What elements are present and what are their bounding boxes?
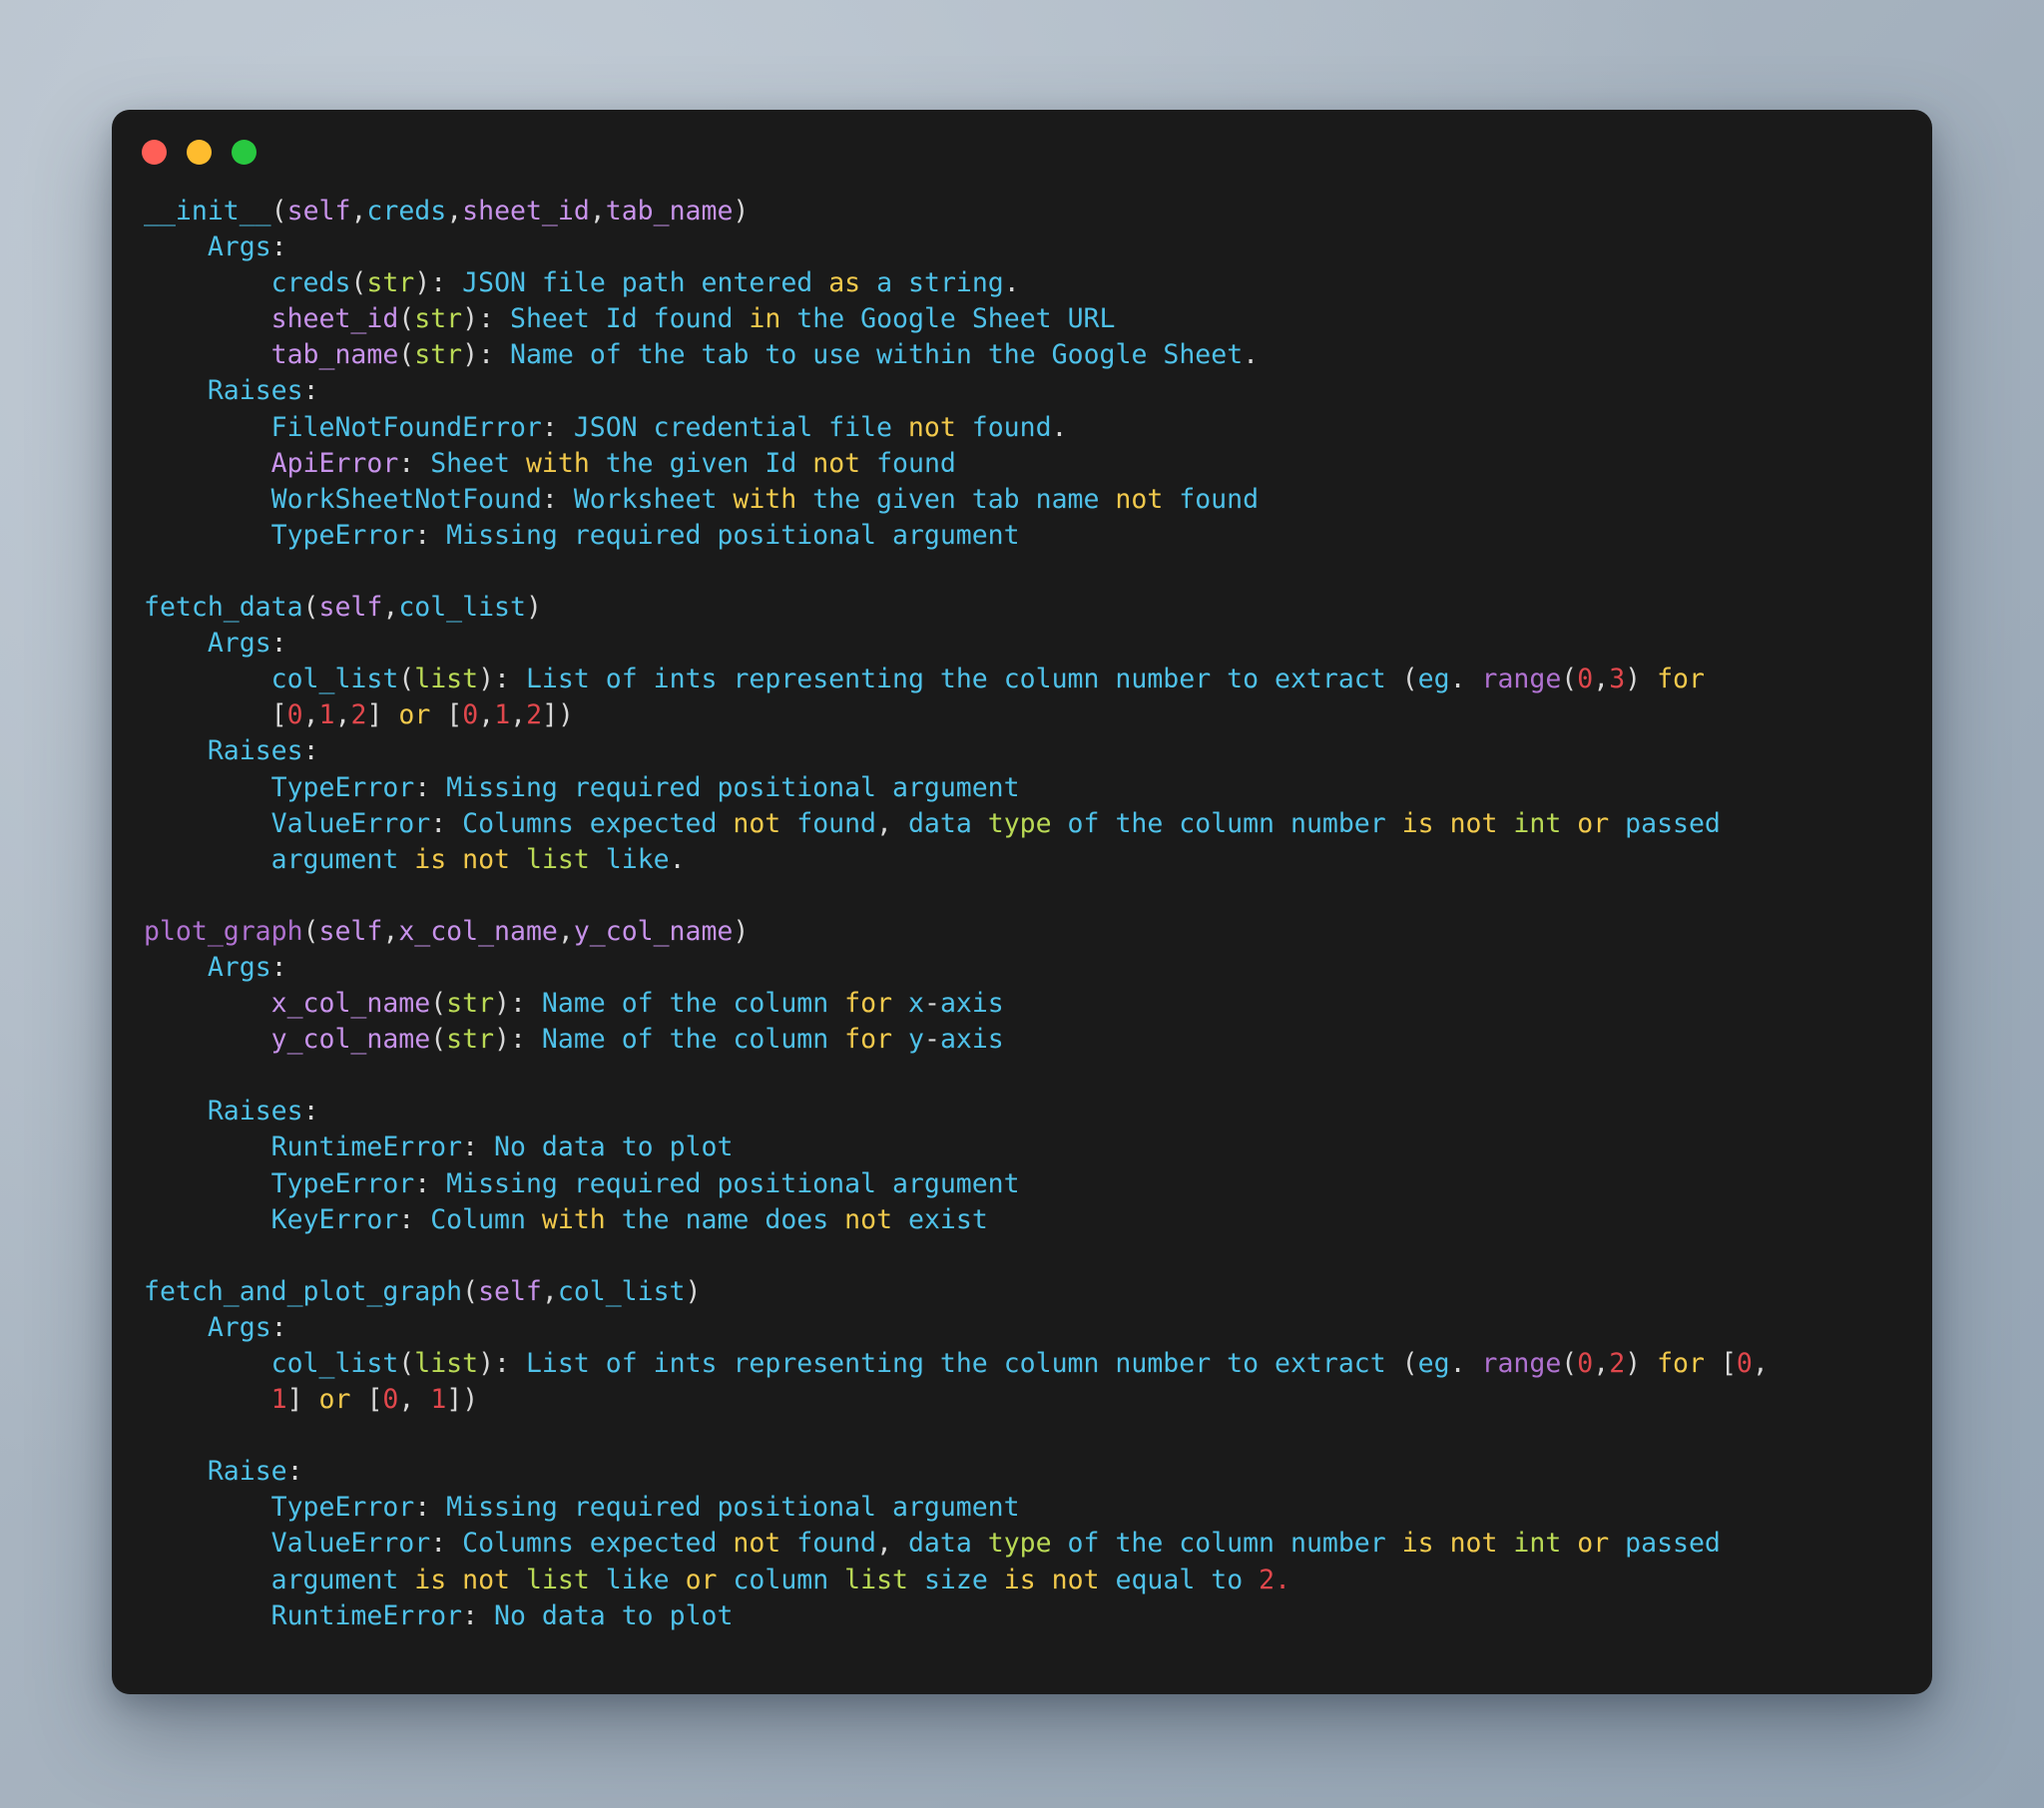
code-line: col_list(list): List of ints representin… bbox=[270, 1348, 1769, 1379]
code-line: ApiError: Sheet with the given Id not fo… bbox=[270, 447, 956, 479]
code-line: Raise: bbox=[207, 1456, 303, 1488]
code-line: TypeError: Missing required positional a… bbox=[270, 1492, 1020, 1524]
code-line: argument is not list like or column list… bbox=[270, 1564, 1291, 1595]
code-line: y_col_name(str): Name of the column for … bbox=[270, 1024, 1004, 1056]
code-line: TypeError: Missing required positional a… bbox=[270, 519, 1020, 551]
code-line: 1] or [0, 1]) bbox=[270, 1384, 479, 1416]
code-line: __init__(self,creds,sheet_id,tab_name) bbox=[144, 196, 750, 226]
code-line: Args: bbox=[207, 628, 287, 660]
close-button[interactable] bbox=[142, 139, 167, 165]
code-line: [0,1,2] or [0,1,2]) bbox=[270, 699, 575, 731]
code-line: Raises: bbox=[207, 1096, 319, 1128]
code-line: Args: bbox=[207, 1311, 287, 1343]
code-line: tab_name(str): Name of the tab to use wi… bbox=[270, 339, 1260, 371]
code-line: Args: bbox=[207, 951, 287, 983]
code-line: KeyError: Column with the name does not … bbox=[270, 1203, 988, 1235]
code-line: RuntimeError: No data to plot bbox=[270, 1599, 734, 1631]
code-line: FileNotFoundError: JSON credential file … bbox=[270, 411, 1068, 443]
code-line: Args: bbox=[207, 231, 287, 263]
code-line: fetch_data(self,col_list) bbox=[144, 592, 542, 624]
code-line: col_list(list): List of ints representin… bbox=[270, 664, 1705, 695]
code-line: TypeError: Missing required positional a… bbox=[270, 1167, 1020, 1199]
code-line: Raises: bbox=[207, 375, 319, 407]
code-line: plot_graph(self,x_col_name,y_col_name) bbox=[144, 915, 750, 947]
maximize-button[interactable] bbox=[232, 139, 256, 165]
code-line: TypeError: Missing required positional a… bbox=[270, 771, 1020, 803]
code-line: Raises: bbox=[207, 735, 319, 767]
code-block: __init__(self,creds,sheet_id,tab_name) A… bbox=[112, 194, 1932, 1634]
window-titlebar bbox=[112, 110, 1932, 194]
code-line: argument is not list like. bbox=[270, 843, 686, 875]
code-line: RuntimeError: No data to plot bbox=[270, 1131, 734, 1163]
code-window: __init__(self,creds,sheet_id,tab_name) A… bbox=[112, 110, 1932, 1694]
code-line: WorkSheetNotFound: Worksheet with the gi… bbox=[270, 483, 1260, 515]
code-line: sheet_id(str): Sheet Id found in the Goo… bbox=[270, 303, 1116, 335]
code-line: ValueError: Columns expected not found, … bbox=[270, 807, 1721, 839]
code-line: ValueError: Columns expected not found, … bbox=[270, 1528, 1721, 1560]
code-line: x_col_name(str): Name of the column for … bbox=[270, 988, 1004, 1020]
code-line: creds(str): JSON file path entered as a … bbox=[270, 267, 1020, 299]
minimize-button[interactable] bbox=[187, 139, 212, 165]
code-line: fetch_and_plot_graph(self,col_list) bbox=[144, 1275, 702, 1307]
